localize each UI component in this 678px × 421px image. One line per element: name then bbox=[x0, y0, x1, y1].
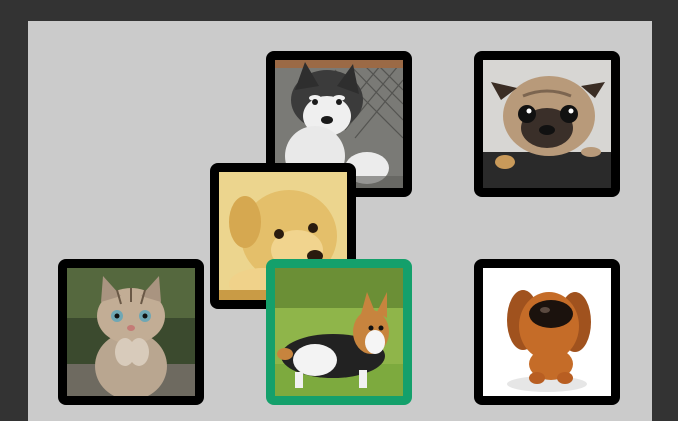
tile-corgi[interactable] bbox=[266, 259, 412, 405]
kitten-photo bbox=[67, 268, 195, 396]
tile-kitten[interactable] bbox=[58, 259, 204, 405]
tile-pug[interactable] bbox=[474, 51, 620, 197]
pug-photo bbox=[483, 60, 611, 188]
puzzle-board bbox=[28, 21, 652, 421]
tile-dachshund[interactable] bbox=[474, 259, 620, 405]
dachshund-photo bbox=[483, 268, 611, 396]
corgi-photo bbox=[275, 268, 403, 396]
